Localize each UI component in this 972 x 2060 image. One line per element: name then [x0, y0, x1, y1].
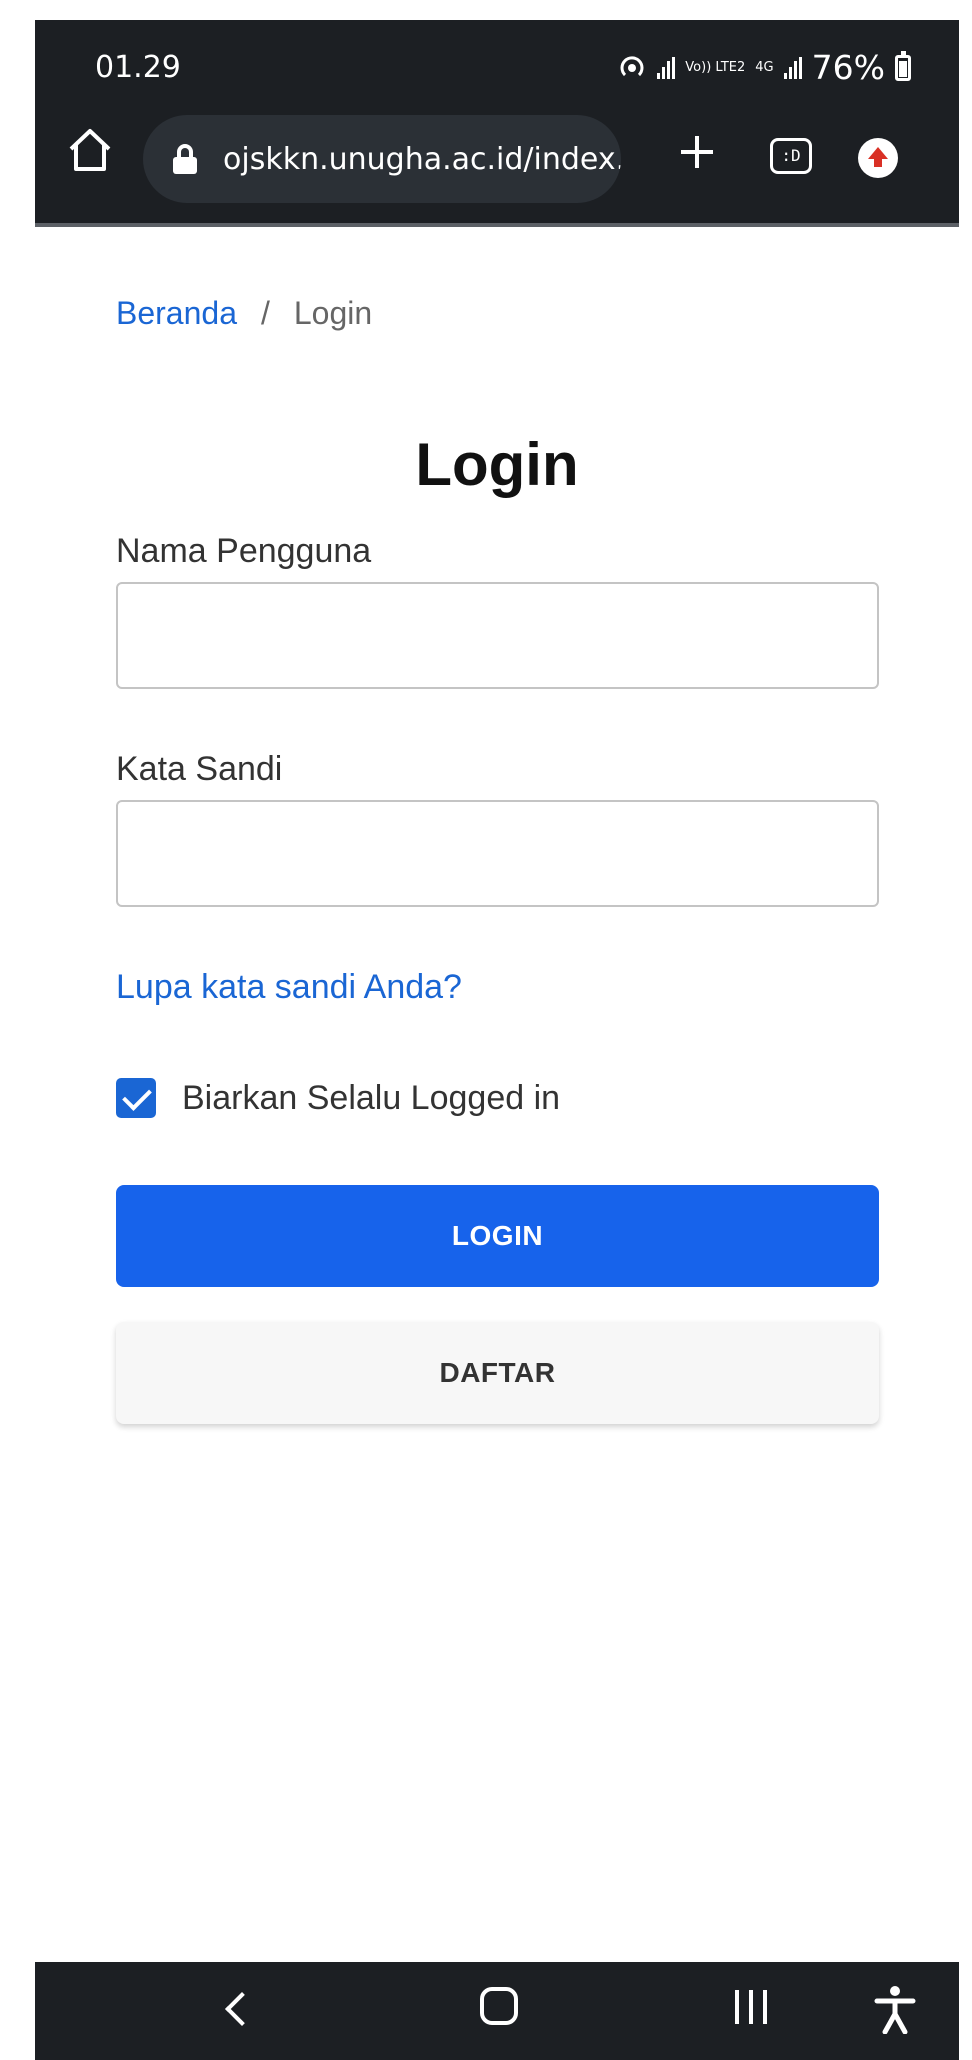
- password-input[interactable]: [116, 800, 879, 907]
- page-title: Login: [415, 431, 579, 498]
- breadcrumb: Beranda / Login: [116, 295, 372, 332]
- battery-percent: 76%: [811, 48, 885, 87]
- username-label: Nama Pengguna: [116, 532, 372, 570]
- back-icon[interactable]: [225, 1992, 259, 2026]
- screen: 01.29 Vo)) LTE2 4G 76% ojskkn.unugha.ac.…: [0, 0, 972, 2060]
- username-input[interactable]: [116, 582, 879, 689]
- signal-icon-2: [783, 56, 802, 79]
- update-icon[interactable]: [858, 138, 898, 178]
- signal-icon: [657, 56, 676, 79]
- recent-apps-icon[interactable]: [735, 1990, 767, 2024]
- home-icon[interactable]: [480, 1987, 518, 2025]
- breadcrumb-home-link[interactable]: Beranda: [116, 295, 237, 332]
- forgot-password-link[interactable]: Lupa kata sandi Anda?: [116, 968, 462, 1007]
- address-bar[interactable]: ojskkn.unugha.ac.id/index.ph: [143, 115, 621, 203]
- network-type: 4G: [755, 60, 774, 75]
- volte-indicator: Vo)) LTE2: [685, 60, 746, 75]
- plus-icon[interactable]: [675, 130, 719, 174]
- system-navbar: [35, 1962, 959, 2060]
- chrome-divider: [35, 223, 959, 227]
- status-time: 01.29: [95, 50, 181, 85]
- breadcrumb-current: Login: [293, 295, 373, 331]
- remember-checkbox[interactable]: [116, 1078, 156, 1118]
- breadcrumb-separator: /: [260, 295, 270, 331]
- status-icons: Vo)) LTE2 4G 76%: [617, 48, 911, 87]
- home-icon[interactable]: [65, 125, 115, 175]
- remember-label: Biarkan Selalu Logged in: [182, 1078, 561, 1117]
- hotspot-icon: [620, 55, 644, 76]
- tab-switcher-icon[interactable]: :D: [770, 138, 812, 174]
- lock-icon: [173, 144, 197, 174]
- password-label: Kata Sandi: [116, 750, 283, 788]
- browser-chrome: 01.29 Vo)) LTE2 4G 76% ojskkn.unugha.ac.…: [35, 20, 959, 225]
- accessibility-icon[interactable]: [873, 1984, 917, 2034]
- register-button[interactable]: DAFTAR: [116, 1322, 879, 1424]
- url-text: ojskkn.unugha.ac.id/index.ph: [223, 141, 621, 177]
- battery-icon: [895, 50, 911, 81]
- login-button[interactable]: LOGIN: [116, 1185, 879, 1287]
- remember-me[interactable]: Biarkan Selalu Logged in: [116, 1078, 560, 1118]
